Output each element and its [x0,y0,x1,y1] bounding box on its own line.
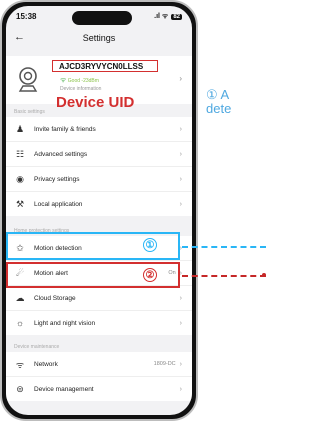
sliders-icon: ☷ [15,148,25,159]
chevron-right-icon: › [179,385,182,393]
row-network[interactable]: ᯤ Network 1809-DC › [6,352,192,377]
battery-icon: 82 [171,13,182,20]
page-title: Settings [82,33,116,43]
maintenance-list: ᯤ Network 1809-DC › ⊜ Device management … [6,352,192,401]
section-maintenance: Device maintenance [14,344,60,350]
connector-dot [262,273,266,277]
side-text-line-1: ① A [206,87,230,102]
dynamic-island [72,11,132,25]
connector-line-1 [182,246,266,248]
app-screen: 15:38 .ıl ᯤ 82 ← Settings AJCD3RYVYCN0LL… [6,6,192,415]
row-label: Device management [34,385,94,393]
device-uid-annotation: Device UID [56,94,135,111]
chevron-right-icon: › [179,175,182,183]
row-label: Advanced settings [34,150,88,158]
chevron-right-icon: › [179,200,182,208]
signal-text: Good -23dBm [67,78,99,84]
section-basic: Basic settings [14,109,45,115]
eye-icon: ◉ [16,173,24,184]
chevron-right-icon: › [179,150,182,158]
row-label: Network [34,360,58,368]
row-value: 1809-DC [153,361,176,367]
wrench-icon: ⚒ [15,198,25,209]
badge-2: ② [143,268,157,282]
connector-line-2 [182,275,266,277]
chevron-right-icon: › [179,319,182,327]
device-info-label: Device information [60,86,102,92]
basic-settings-list: ♟ Invite family & friends › ☷ Advanced s… [6,117,192,216]
row-advanced-settings[interactable]: ☷ Advanced settings › [6,142,192,167]
chevron-right-icon: › [179,74,182,83]
side-annotation-text: ① A dete [206,88,231,116]
signal-strength: ᯤ Good -23dBm [60,76,99,85]
chevron-right-icon: › [179,294,182,302]
status-time: 15:38 [16,12,37,21]
device-icon: ⊜ [16,383,24,394]
row-cloud-storage[interactable]: ☁ Cloud Storage › [6,286,192,311]
chevron-right-icon: › [179,360,182,368]
status-bar: 15:38 .ıl ᯤ 82 [16,11,182,25]
row-label: Cloud Storage [34,294,76,302]
row-label: Light and night vision [34,319,96,327]
row-light-night-vision[interactable]: ☼ Light and night vision › [6,311,192,335]
row-local-application[interactable]: ⚒ Local application › [6,192,192,216]
signal-icon: .ıl ᯤ [154,13,169,20]
cloud-icon: ☁ [15,292,25,303]
row-label: Local application [34,200,83,208]
camera-avatar-icon [18,67,38,92]
row-privacy-settings[interactable]: ◉ Privacy settings › [6,167,192,192]
device-uid: AJCD3RYVYCN0LLSS [52,60,158,72]
sun-icon: ☼ [15,318,25,328]
row-label: Invite family & friends [34,125,96,133]
status-right: .ıl ᯤ 82 [154,12,182,21]
side-text-line-2: dete [206,101,232,116]
nav-bar: ← Settings [6,31,192,49]
phone-frame: 15:38 .ıl ᯤ 82 ← Settings AJCD3RYVYCN0LL… [0,0,198,421]
wifi-icon: ᯤ [60,77,67,84]
row-label: Privacy settings [34,175,80,183]
row-invite-family[interactable]: ♟ Invite family & friends › [6,117,192,142]
chevron-right-icon: › [179,125,182,133]
badge-1: ① [143,238,157,252]
wifi-icon: ᯤ [15,359,25,370]
row-device-management[interactable]: ⊜ Device management › [6,377,192,401]
people-icon: ♟ [15,123,25,134]
